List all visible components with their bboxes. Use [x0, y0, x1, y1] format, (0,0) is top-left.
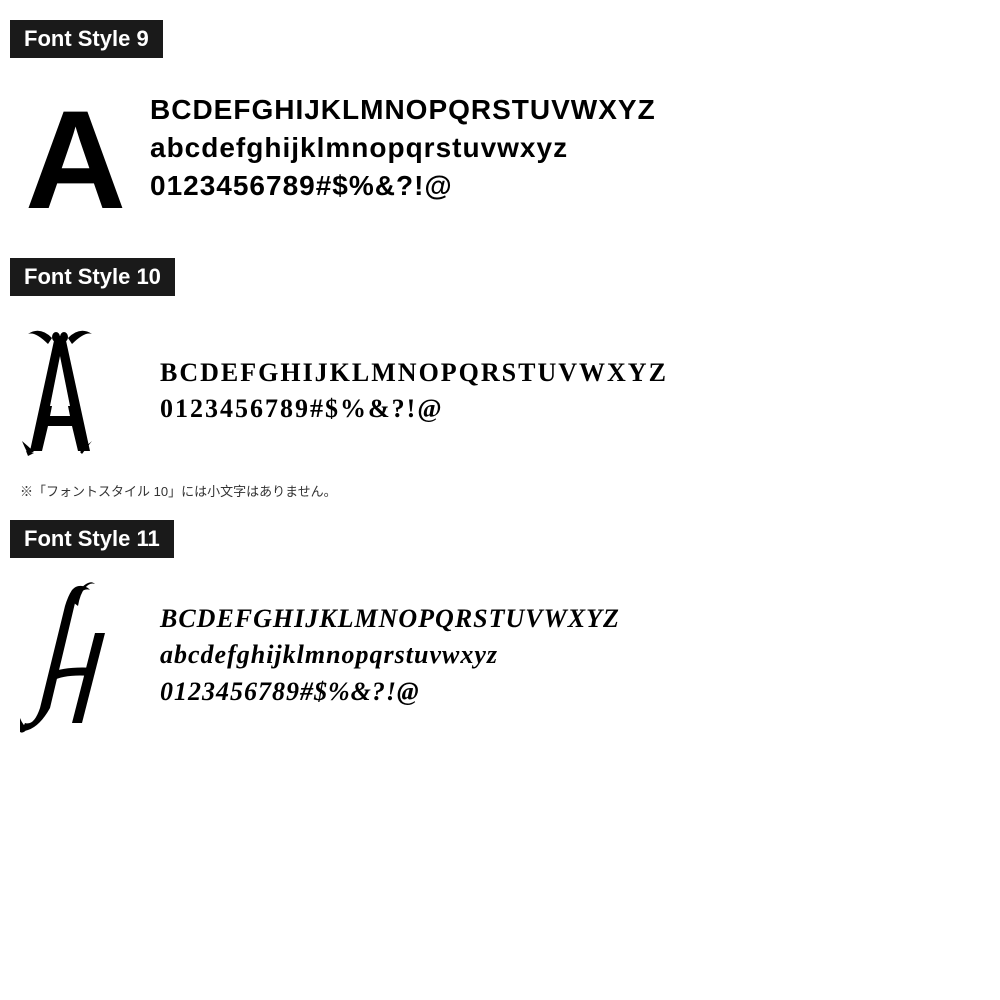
- font-style-11-line-1: BCDEFGHIJKLMNOPQRSTUVWXYZ: [160, 601, 620, 637]
- page-container: Font Style 9 A BCDEFGHIJKLMNOPQRSTUVWXYZ…: [0, 0, 1000, 1000]
- font-style-9-big-letter: A: [20, 78, 130, 218]
- font-style-10-line-2: 0123456789#$%&?!@: [160, 391, 668, 427]
- font-style-10-demo: BCDEFGHIJKLMNOPQRSTUVWXYZ 0123456789#$%&…: [10, 306, 990, 476]
- font-style-11-demo: BCDEFGHIJKLMNOPQRSTUVWXYZ abcdefghijklmn…: [10, 568, 990, 743]
- font-style-10-line-1: BCDEFGHIJKLMNOPQRSTUVWXYZ: [160, 355, 668, 391]
- font-style-10-label: Font Style 10: [10, 258, 175, 296]
- font-style-11-label: Font Style 11: [10, 520, 174, 558]
- font-style-9-line-1: BCDEFGHIJKLMNOPQRSTUVWXYZ: [150, 91, 656, 129]
- font-style-11-line-3: 0123456789#$%&?!@: [160, 674, 620, 710]
- font-style-9-label: Font Style 9: [10, 20, 163, 58]
- font-style-9-chars: BCDEFGHIJKLMNOPQRSTUVWXYZ abcdefghijklmn…: [150, 91, 656, 204]
- font-style-11-chars: BCDEFGHIJKLMNOPQRSTUVWXYZ abcdefghijklmn…: [160, 601, 620, 710]
- font-style-10-section: Font Style 10: [10, 258, 990, 500]
- font-style-10-note: ※「フォントスタイル 10」には小文字はありません。: [20, 481, 980, 500]
- font-style-10-big-letter: [20, 316, 140, 466]
- font-style-10-chars: BCDEFGHIJKLMNOPQRSTUVWXYZ 0123456789#$%&…: [160, 355, 668, 428]
- font-style-11-line-2: abcdefghijklmnopqrstuvwxyz: [160, 637, 620, 673]
- font-style-9-line-2: abcdefghijklmnopqrstuvwxyz: [150, 129, 656, 167]
- svg-text:A: A: [25, 81, 126, 218]
- font-style-9-demo: A BCDEFGHIJKLMNOPQRSTUVWXYZ abcdefghijkl…: [10, 68, 990, 238]
- font-style-9-section: Font Style 9 A BCDEFGHIJKLMNOPQRSTUVWXYZ…: [10, 20, 990, 238]
- font-style-9-line-3: 0123456789#$%&?!@: [150, 167, 656, 205]
- font-style-11-section: Font Style 11 BCDEFGHIJKLMNOPQRSTUVWXYZ …: [10, 520, 990, 743]
- font-style-11-big-letter: [20, 578, 140, 733]
